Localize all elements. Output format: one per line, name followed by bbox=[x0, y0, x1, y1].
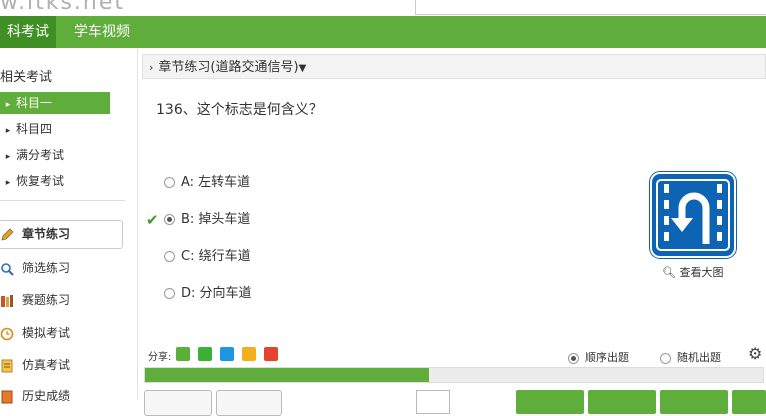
progress-fill bbox=[145, 368, 430, 382]
site-logo: w.ltks.net bbox=[0, 0, 126, 15]
notebook-icon bbox=[1, 390, 13, 403]
sidebar-link-chapter[interactable]: 章节练习 bbox=[0, 222, 70, 246]
page-jump-input[interactable] bbox=[416, 390, 450, 414]
radio-button-selected[interactable] bbox=[568, 352, 579, 364]
action-button-2[interactable] bbox=[588, 390, 656, 414]
next-page-button[interactable] bbox=[216, 390, 282, 416]
progress-bar bbox=[144, 367, 764, 383]
sidebar-item-subject4[interactable]: ▸ 科目四 bbox=[0, 118, 110, 140]
top-nav: 科考试 学车视频 bbox=[0, 16, 766, 48]
action-button-1[interactable] bbox=[516, 390, 584, 414]
chevron-right-icon: › bbox=[149, 61, 154, 74]
top-search-box[interactable] bbox=[415, 0, 766, 15]
tab-exam[interactable]: 科考试 bbox=[0, 16, 56, 48]
option-c[interactable]: C: 绕行车道 bbox=[164, 247, 251, 267]
share-wechat-icon[interactable] bbox=[198, 347, 212, 361]
breadcrumb[interactable]: › 章节练习(道路交通信号)▼ bbox=[142, 54, 766, 79]
books-icon bbox=[1, 294, 13, 307]
sidebar-link-filter[interactable]: 筛选练习 bbox=[0, 256, 70, 280]
sidebar-item-subject1[interactable]: ▸ 科目一 bbox=[0, 92, 110, 114]
checkmark-icon: ✔ bbox=[146, 211, 159, 229]
sidebar-link-simulation[interactable]: 仿真考试 bbox=[0, 353, 70, 377]
share-wechat-moments-icon[interactable] bbox=[176, 347, 190, 361]
sidebar-link-mock[interactable]: 模拟考试 bbox=[0, 321, 70, 345]
sidebar-item-restore[interactable]: ▸ 恢复考试 bbox=[0, 170, 110, 192]
sidebar-link-contest[interactable]: 赛题练习 bbox=[0, 288, 70, 312]
zoom-icon: 🔍︎ bbox=[662, 266, 676, 279]
radio-button[interactable] bbox=[164, 177, 175, 188]
random-mode-option[interactable]: 随机出题 bbox=[660, 349, 721, 365]
u-turn-lane-sign-image[interactable] bbox=[650, 172, 736, 258]
share-qzone-icon[interactable] bbox=[242, 347, 256, 361]
chevron-right-icon: ▸ bbox=[5, 178, 11, 188]
sidebar-divider bbox=[0, 200, 125, 201]
question-text: 136、这个标志是何含义？ bbox=[156, 102, 323, 118]
action-button-3[interactable] bbox=[660, 390, 728, 414]
radio-button[interactable] bbox=[660, 352, 671, 364]
sidebar: 相关考试 ▸ 科目一 ▸ 科目四 ▸ 满分考试 ▸ 恢复考试 章节练习 筛选练习 赛题练… bbox=[0, 48, 138, 403]
sequential-mode-option[interactable]: 顺序出题 bbox=[568, 349, 629, 365]
document-icon bbox=[1, 359, 13, 372]
radio-button[interactable] bbox=[164, 288, 175, 299]
option-b[interactable]: B: 掉头车道 bbox=[164, 210, 250, 230]
clock-icon bbox=[0, 327, 14, 340]
u-turn-arrow-icon bbox=[656, 179, 730, 251]
chevron-right-icon: ▸ bbox=[5, 126, 11, 136]
gear-icon[interactable]: ⚙ bbox=[748, 344, 762, 363]
chevron-right-icon: ▸ bbox=[5, 152, 11, 162]
option-d[interactable]: D: 分向车道 bbox=[164, 284, 252, 304]
radio-button-selected[interactable] bbox=[164, 214, 175, 225]
option-a[interactable]: A: 左转车道 bbox=[164, 173, 250, 193]
radio-button[interactable] bbox=[164, 251, 175, 262]
sidebar-item-full-score[interactable]: ▸ 满分考试 bbox=[0, 144, 110, 166]
view-large-image-link[interactable]: 🔍︎ 查看大图 bbox=[662, 264, 723, 280]
share-qq-icon[interactable] bbox=[220, 347, 234, 361]
chevron-right-icon: ▸ bbox=[5, 100, 11, 110]
tab-video[interactable]: 学车视频 bbox=[74, 16, 130, 48]
magnifier-icon bbox=[1, 262, 14, 276]
pencil-icon bbox=[1, 227, 14, 241]
sidebar-heading: 相关考试 bbox=[0, 70, 53, 85]
dropdown-arrow-icon: ▼ bbox=[298, 63, 307, 74]
action-button-4[interactable] bbox=[732, 390, 766, 414]
share-label: 分享: bbox=[148, 352, 172, 363]
main-panel: › 章节练习(道路交通信号)▼ 136、这个标志是何含义？ A: 左转车道 ✔ B… bbox=[142, 54, 766, 416]
sidebar-link-history[interactable]: 历史成绩 bbox=[0, 384, 70, 408]
prev-page-button[interactable] bbox=[144, 390, 212, 416]
share-weibo-icon[interactable] bbox=[264, 347, 278, 361]
